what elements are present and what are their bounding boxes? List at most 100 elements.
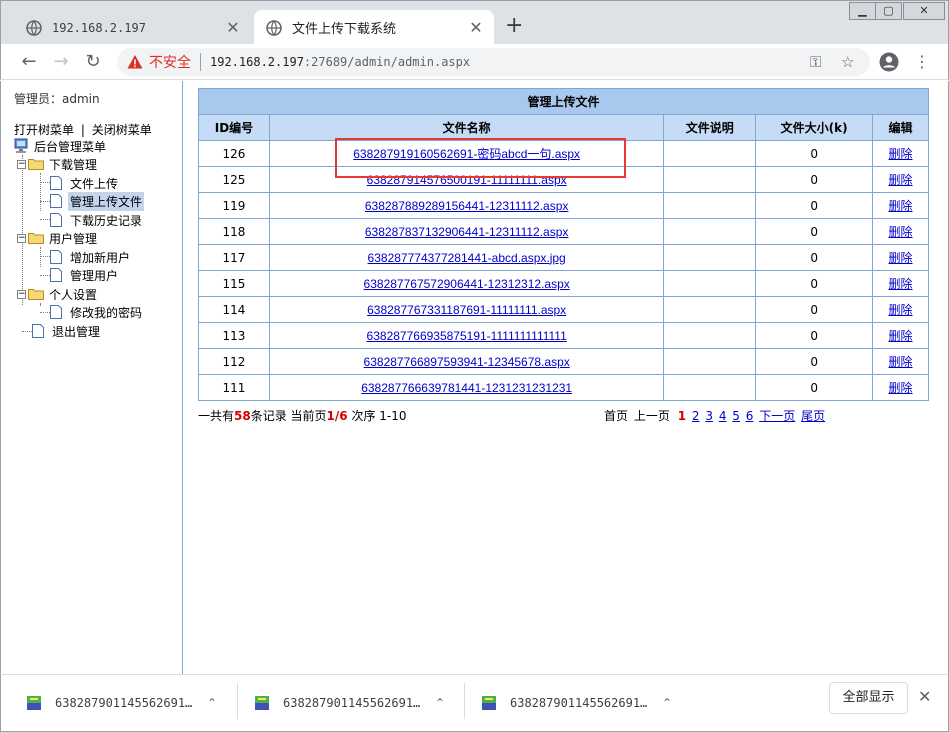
delete-link[interactable]: 删除 — [889, 277, 913, 291]
tab-close-icon[interactable]: ✕ — [223, 18, 243, 37]
page-link[interactable]: 6 — [746, 409, 754, 423]
delete-link[interactable]: 删除 — [889, 225, 913, 239]
reload-icon[interactable]: ↻ — [81, 50, 105, 74]
delete-link[interactable]: 删除 — [889, 303, 913, 317]
download-item[interactable]: 638287901145562691… ⌃ — [480, 685, 672, 721]
table-cell: 125 — [198, 166, 270, 193]
document-icon — [50, 194, 62, 208]
file-name-link[interactable]: 638287766935875191-1111111111111 — [367, 329, 567, 343]
delete-link[interactable]: 删除 — [889, 381, 913, 395]
summary-prefix: 一共有 — [198, 409, 235, 423]
back-arrow-icon[interactable]: ← — [17, 50, 41, 74]
table-cell: 删除 — [872, 244, 929, 271]
file-name-link[interactable]: 638287767572906441-12312312.aspx — [364, 277, 570, 291]
tree-group-users[interactable]: − 用户管理 — [17, 229, 99, 247]
tree-line — [22, 331, 32, 332]
address-bar[interactable]: 不安全 192.168.2.197:27689/admin/admin.aspx… — [117, 48, 870, 76]
table-cell: 0 — [755, 296, 874, 323]
table-row: 115 638287767572906441-12312312.aspx 0 删除 — [198, 270, 929, 297]
file-name-link[interactable]: 638287766639781441-1231231231231 — [361, 381, 572, 395]
download-filename: 638287901145562691… — [55, 696, 193, 710]
tree-root[interactable]: 后台管理菜单 — [14, 137, 108, 155]
collapse-icon[interactable]: − — [17, 289, 26, 299]
download-bar: 638287901145562691… ⌃ 638287901145562691… — [0, 674, 949, 732]
tree-item-upload[interactable]: 文件上传 — [50, 174, 120, 192]
page-link[interactable]: 5 — [732, 409, 740, 423]
chevron-up-icon[interactable]: ⌃ — [207, 696, 217, 710]
table-cell: 0 — [755, 322, 874, 349]
security-label[interactable]: 不安全 — [149, 52, 191, 72]
window-close-icon[interactable]: ✕ — [903, 2, 945, 20]
table-cell: 删除 — [872, 140, 929, 167]
file-name-link[interactable]: 638287837132906441-12311112.aspx — [365, 225, 569, 239]
tree-item-label: 退出管理 — [52, 324, 101, 339]
tree-line — [40, 312, 50, 313]
star-icon[interactable]: ☆ — [841, 48, 854, 76]
delete-link[interactable]: 删除 — [889, 355, 913, 369]
file-name-link[interactable]: 638287774377281441-abcd.aspx.jpg — [368, 251, 566, 265]
tree-group-personal[interactable]: − 个人设置 — [17, 285, 99, 303]
tree-group-download[interactable]: − 下载管理 — [17, 155, 99, 173]
collapse-icon[interactable]: − — [17, 233, 26, 243]
table-cell: 0 — [755, 270, 874, 297]
new-tab-button[interactable]: + — [505, 15, 523, 37]
chevron-up-icon[interactable]: ⌃ — [662, 696, 672, 710]
page-link[interactable]: 4 — [719, 409, 727, 423]
menu-dots-icon[interactable]: ⋮ — [910, 50, 934, 74]
next-page-link[interactable]: 下一页 — [759, 409, 795, 423]
cell-size: 0 — [810, 380, 818, 395]
tree-item-manage-users[interactable]: 管理用户 — [50, 266, 120, 284]
delete-link[interactable]: 删除 — [889, 173, 913, 187]
key-icon[interactable]: ⚿ — [810, 48, 821, 76]
chevron-up-icon[interactable]: ⌃ — [435, 696, 445, 710]
delete-link[interactable]: 删除 — [889, 251, 913, 265]
file-name-link[interactable]: 638287767331187691-11111111.aspx — [367, 303, 566, 317]
account-icon[interactable] — [879, 52, 899, 72]
show-all-button[interactable]: 全部显示 — [829, 682, 908, 714]
column-header: 编辑 — [872, 114, 929, 141]
delete-link[interactable]: 删除 — [889, 329, 913, 343]
delete-link[interactable]: 删除 — [889, 147, 913, 161]
file-icon — [255, 696, 269, 710]
file-name-link[interactable]: 638287766897593941-12345678.aspx — [364, 355, 570, 369]
tree-group-label: 用户管理 — [49, 231, 98, 246]
close-icon[interactable]: ✕ — [918, 687, 931, 706]
globe-icon — [266, 19, 282, 36]
table-cell: 0 — [755, 140, 874, 167]
tab-ip[interactable]: 192.168.2.197 ✕ — [14, 10, 251, 45]
minimize-icon[interactable]: ▁ — [849, 2, 876, 20]
delete-link[interactable]: 删除 — [889, 199, 913, 213]
tree-item-manage-uploads[interactable]: 管理上传文件 — [50, 191, 145, 211]
page-link[interactable]: 3 — [705, 409, 713, 423]
table-cell: 删除 — [872, 322, 929, 349]
file-name-link[interactable]: 638287889289156441-12311112.aspx — [365, 199, 569, 213]
table-cell: 0 — [755, 218, 874, 245]
open-tree-link[interactable]: 打开树菜单 — [14, 123, 74, 137]
table-cell: 638287766935875191-1111111111111 — [268, 322, 665, 349]
collapse-icon[interactable]: − — [17, 159, 26, 169]
tab-close-icon[interactable]: ✕ — [466, 18, 486, 37]
download-filename: 638287901145562691… — [510, 696, 648, 710]
table-cell — [663, 322, 757, 349]
download-divider — [464, 683, 465, 719]
maximize-icon[interactable]: ▢ — [875, 2, 902, 20]
tree-item-add-user[interactable]: 增加新用户 — [50, 248, 132, 266]
close-tree-link[interactable]: 关闭树菜单 — [92, 123, 152, 137]
download-item[interactable]: 638287901145562691… ⌃ — [253, 685, 445, 721]
tree-item-change-password[interactable]: 修改我的密码 — [50, 303, 144, 321]
url-text[interactable]: 192.168.2.197:27689/admin/admin.aspx — [210, 55, 470, 69]
column-header: ID编号 — [198, 114, 270, 141]
page-link[interactable]: 2 — [692, 409, 700, 423]
cell-id: 114 — [222, 302, 246, 317]
column-header: 文件名称 — [268, 114, 665, 141]
forward-arrow-icon[interactable]: → — [49, 50, 73, 74]
download-item[interactable]: 638287901145562691… ⌃ — [25, 685, 217, 721]
file-icon — [482, 696, 496, 710]
tab-active[interactable]: 文件上传下载系统 ✕ — [254, 10, 494, 45]
last-page-link[interactable]: 尾页 — [801, 409, 825, 423]
table-cell — [663, 192, 757, 219]
tree-line — [40, 256, 50, 257]
tree-item-download-history[interactable]: 下载历史记录 — [50, 211, 144, 229]
tree-line — [40, 275, 50, 276]
tree-item-logout[interactable]: 退出管理 — [32, 322, 102, 340]
